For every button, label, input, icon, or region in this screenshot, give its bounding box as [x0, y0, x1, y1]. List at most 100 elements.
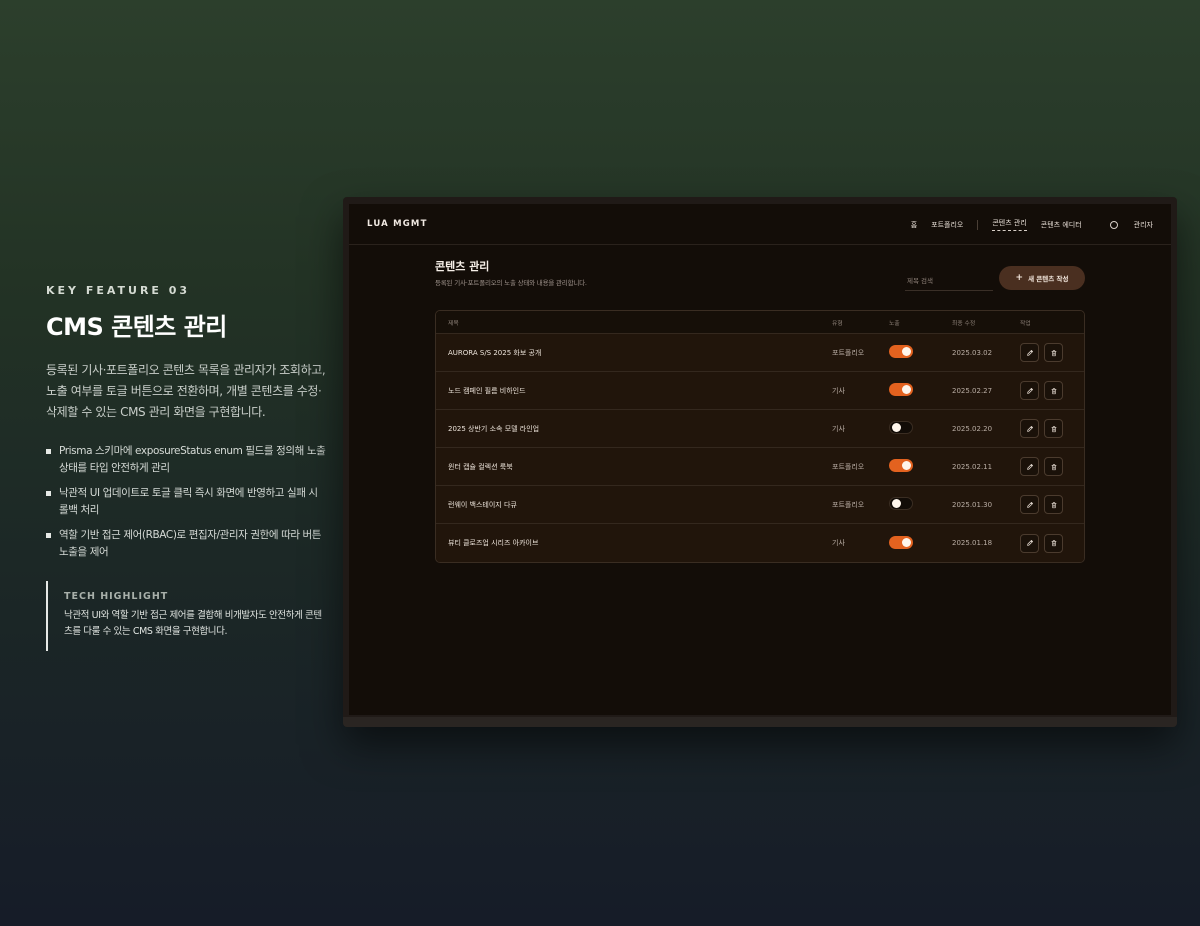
col-updated: 최종 수정	[952, 320, 976, 327]
row-actions	[1020, 495, 1068, 514]
row-title[interactable]: AURORA S/S 2025 화보 공개	[448, 348, 541, 358]
exposure-toggle[interactable]	[889, 421, 913, 434]
row-title[interactable]: 뷰티 클로즈업 시리즈 아카이브	[448, 538, 538, 548]
col-exposure: 노출	[889, 320, 900, 327]
tech-highlight-text: 낙관적 UI와 역할 기반 접근 제어를 결합해 비개발자도 안전하게 콘텐츠를…	[64, 610, 322, 637]
admin-label: 관리자	[1133, 220, 1153, 229]
row-type: 포트폴리오	[832, 500, 865, 509]
brand-logo[interactable]: LUA MGMT	[367, 219, 428, 229]
feature-eyebrow: KEY FEATURE 03	[46, 284, 191, 297]
delete-button[interactable]	[1044, 495, 1063, 514]
row-type: 포트폴리오	[832, 462, 865, 471]
edit-button[interactable]	[1020, 343, 1039, 362]
bullet-dot-icon	[46, 533, 51, 538]
exposure-toggle-cell	[889, 345, 913, 360]
table-row: 노드 캠페인 필름 비하인드 기사 2025.02.27	[436, 372, 1084, 410]
trash-icon	[1051, 349, 1056, 356]
feature-title: CMS 콘텐츠 관리	[46, 313, 227, 341]
laptop-base	[343, 717, 1177, 727]
exposure-toggle[interactable]	[889, 383, 913, 396]
laptop-mockup: LUA MGMT 홈 포트폴리오 콘텐츠 관리 콘텐츠 에디터 관리자 콘텐츠 …	[343, 197, 1177, 727]
admin-menu[interactable]: 관리자	[1096, 220, 1153, 230]
bullet-dot-icon	[46, 449, 51, 454]
delete-button[interactable]	[1044, 381, 1063, 400]
row-type: 기사	[832, 539, 845, 547]
pencil-icon	[1026, 540, 1033, 546]
toggle-knob	[902, 385, 911, 394]
row-actions	[1020, 381, 1068, 400]
bullet-dot-icon	[46, 491, 51, 496]
user-circle-icon	[1109, 220, 1118, 229]
delete-button[interactable]	[1044, 343, 1063, 362]
edit-button[interactable]	[1020, 381, 1039, 400]
exposure-toggle-cell	[889, 383, 913, 398]
feature-bullet-text: Prisma 스키마에 exposureStatus enum 필드를 정의해 …	[59, 445, 326, 474]
feature-bullet: 낙관적 UI 업데이트로 토글 클릭 즉시 화면에 반영하고 실패 시 롤백 처…	[46, 485, 326, 519]
row-title[interactable]: 2025 상반기 소속 모델 라인업	[448, 424, 539, 434]
feature-bullets: Prisma 스키마에 exposureStatus enum 필드를 정의해 …	[46, 443, 326, 561]
row-actions	[1020, 343, 1068, 362]
edit-button[interactable]	[1020, 419, 1039, 438]
nav-home[interactable]: 홈	[911, 220, 917, 230]
table-header: 제목 유형 노출 최종 수정 작업	[436, 311, 1084, 334]
pencil-icon	[1026, 463, 1033, 470]
row-type: 포트폴리오	[832, 348, 865, 357]
exposure-toggle[interactable]	[889, 535, 913, 549]
toggle-knob	[892, 499, 901, 508]
new-content-button[interactable]: + 새 콘텐츠 작성	[999, 266, 1085, 290]
toggle-knob	[902, 537, 911, 547]
row-actions	[1020, 457, 1068, 476]
page-header: 콘텐츠 관리 등록된 기사·포트폴리오의 노출 상태와 내용을 관리합니다. 제…	[435, 258, 1085, 303]
row-type: 기사	[832, 386, 845, 395]
new-content-label: 새 콘텐츠 작성	[1028, 275, 1069, 283]
row-actions	[1020, 419, 1068, 438]
edit-button[interactable]	[1020, 495, 1039, 514]
nav-divider	[977, 219, 979, 230]
nav-links: 홈 포트폴리오 콘텐츠 관리 콘텐츠 에디터 관리자	[897, 204, 1153, 245]
feature-bullet: 역할 기반 접근 제어(RBAC)로 편집자/관리자 권한에 따라 버튼 노출을…	[46, 527, 326, 561]
tech-highlight-title: TECH HIGHLIGHT	[64, 591, 169, 602]
edit-button[interactable]	[1020, 533, 1039, 553]
toggle-knob	[902, 347, 911, 356]
table-row: 2025 상반기 소속 모델 라인업 기사 2025.02.20	[436, 410, 1084, 448]
feature-bullet-text: 역할 기반 접근 제어(RBAC)로 편집자/관리자 권한에 따라 버튼 노출을…	[59, 529, 322, 558]
exposure-toggle-cell	[889, 421, 913, 436]
delete-button[interactable]	[1044, 533, 1063, 553]
col-title: 제목	[448, 320, 459, 327]
pencil-icon	[1026, 425, 1033, 432]
row-date: 2025.02.11	[952, 462, 993, 471]
table-row: AURORA S/S 2025 화보 공개 포트폴리오 2025.03.02	[436, 334, 1084, 372]
trash-icon	[1051, 463, 1056, 470]
table-row: 뷰티 클로즈업 시리즈 아카이브 기사 2025.01.18	[436, 524, 1084, 562]
nav-content-management[interactable]: 콘텐츠 관리	[992, 218, 1027, 231]
delete-button[interactable]	[1044, 457, 1063, 476]
row-date: 2025.02.27	[952, 386, 993, 395]
delete-button[interactable]	[1044, 419, 1063, 438]
pencil-icon	[1026, 349, 1033, 356]
trash-icon	[1051, 425, 1056, 432]
pencil-icon	[1026, 501, 1033, 508]
toggle-knob	[902, 461, 911, 470]
table-row: 런웨이 백스테이지 다큐 포트폴리오 2025.01.30	[436, 486, 1084, 524]
exposure-toggle-cell	[889, 497, 913, 512]
exposure-toggle[interactable]	[889, 459, 913, 472]
plus-icon: +	[1015, 272, 1024, 283]
nav-content-editor[interactable]: 콘텐츠 에디터	[1041, 220, 1082, 230]
exposure-toggle[interactable]	[889, 497, 913, 510]
pencil-icon	[1026, 387, 1033, 394]
feature-panel: KEY FEATURE 03 CMS 콘텐츠 관리 등록된 기사·포트폴리오 콘…	[46, 284, 326, 651]
exposure-toggle[interactable]	[889, 345, 913, 358]
trash-icon	[1051, 387, 1056, 394]
row-title[interactable]: 노드 캠페인 필름 비하인드	[448, 386, 526, 396]
row-date: 2025.01.18	[952, 539, 993, 547]
col-actions: 작업	[1020, 320, 1031, 327]
search-input[interactable]: 제목 검색	[905, 271, 993, 291]
row-title[interactable]: 런웨이 백스테이지 다큐	[448, 500, 517, 510]
row-type: 기사	[832, 424, 845, 433]
row-date: 2025.01.30	[952, 500, 993, 509]
trash-icon	[1051, 501, 1056, 508]
nav-portfolio[interactable]: 포트폴리오	[931, 220, 963, 230]
edit-button[interactable]	[1020, 457, 1039, 476]
row-title[interactable]: 윈터 캡슐 컬렉션 룩북	[448, 462, 513, 472]
exposure-toggle-cell	[889, 459, 913, 474]
